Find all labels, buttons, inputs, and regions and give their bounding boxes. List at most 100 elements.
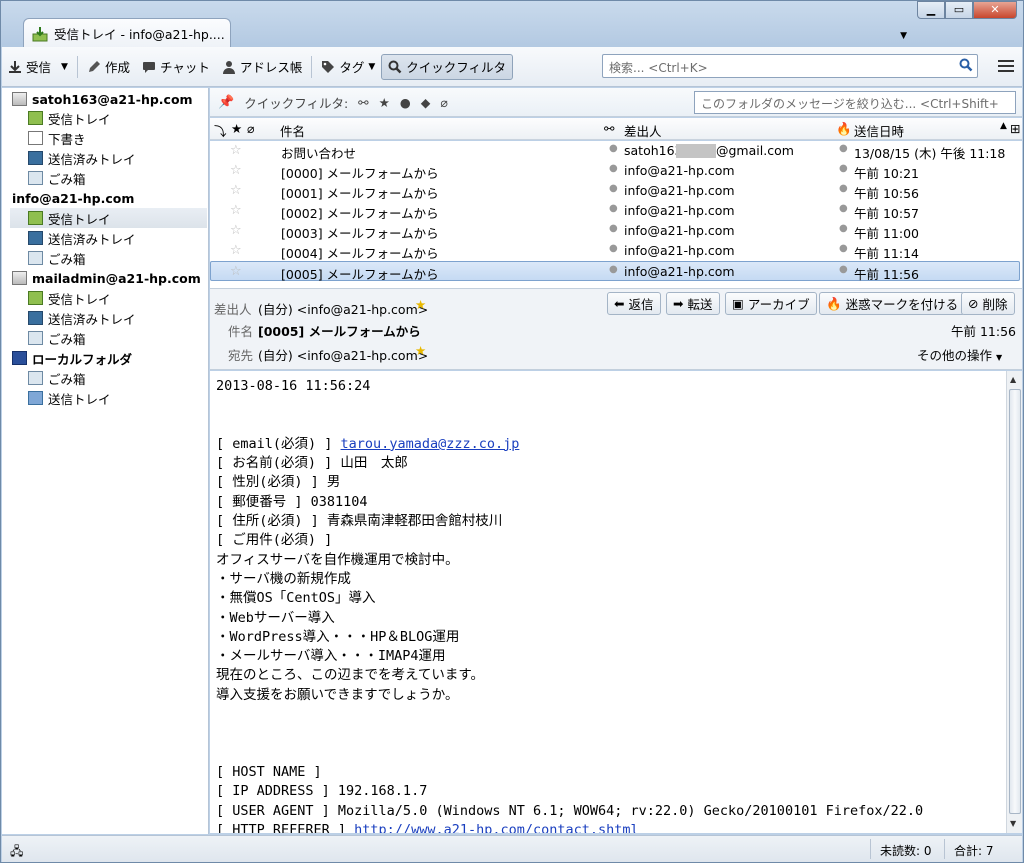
quick-filter-button[interactable]: クイックフィルタ	[381, 53, 514, 80]
pencil-icon	[88, 60, 100, 72]
chat-label: チャット	[159, 60, 210, 75]
account-mailadmin[interactable]: mailadmin@a21-hp.com	[12, 268, 201, 288]
read-dot-icon[interactable]: ●	[609, 203, 618, 214]
body-line: [ 住所(必須) ] 青森県南津軽郡田舎館村枝川	[216, 513, 503, 530]
from-value[interactable]: (自分) <info@a21-hp.com>	[258, 299, 428, 318]
message-row[interactable]: ☆ お問い合わせ ● satoh163 @gmail.com ● 13/08/1…	[210, 141, 1020, 161]
column-picker-icon[interactable]: ⊞	[1010, 121, 1020, 136]
message-row[interactable]: ☆ [0001] メールフォームから ● info@a21-hp.com ● 午…	[210, 181, 1020, 201]
filter-messages-input[interactable]: このフォルダのメッセージを絞り込む... <Ctrl+Shift+	[694, 91, 1016, 114]
read-dot-icon[interactable]: ●	[609, 243, 618, 254]
write-button[interactable]: 作成	[81, 54, 136, 80]
star-contact-icon[interactable]: ★	[415, 343, 426, 358]
star-icon[interactable]: ☆	[230, 183, 242, 198]
star-icon[interactable]: ☆	[230, 243, 242, 258]
star-icon[interactable]: ☆	[230, 264, 242, 279]
folder-inbox-selected[interactable]: 受信トレイ	[10, 208, 207, 228]
read-dot-icon[interactable]: ●	[609, 143, 618, 154]
thread-column-icon[interactable]: ⤵	[214, 121, 227, 140]
folder-trash[interactable]: ごみ箱	[28, 168, 86, 188]
read-dot-icon[interactable]: ●	[609, 223, 618, 234]
minimize-button[interactable]: ▁	[917, 1, 945, 19]
body-line: ・WordPress導入・・・HP＆BLOG運用	[216, 628, 460, 645]
tag-filter-icon[interactable]: ◆	[421, 95, 431, 110]
junk-column-icon[interactable]: 🔥	[836, 121, 852, 137]
folder-trash[interactable]: ごみ箱	[28, 248, 86, 268]
read-dot-icon[interactable]: ●	[609, 163, 618, 174]
junk-dot-icon[interactable]: ●	[839, 183, 848, 194]
read-dot-icon[interactable]: ●	[609, 264, 618, 275]
referer-link[interactable]: http://www.a21-hp.com/contact.shtml	[354, 822, 638, 833]
junk-button[interactable]: 🔥 迷惑マークを付ける	[819, 292, 966, 315]
reply-button[interactable]: ⬅ 返信	[607, 292, 661, 315]
message-row-selected[interactable]: ☆ [0005] メールフォームから ● info@a21-hp.com ● 午…	[210, 261, 1020, 282]
junk-dot-icon[interactable]: ●	[839, 163, 848, 174]
starred-filter-icon[interactable]: ★	[379, 95, 390, 110]
subject-column-header[interactable]: 件名	[280, 121, 305, 140]
message-row[interactable]: ☆ [0002] メールフォームから ● info@a21-hp.com ● 午…	[210, 201, 1020, 221]
junk-dot-icon[interactable]: ●	[839, 203, 848, 214]
maximize-button[interactable]: ▭	[945, 1, 973, 19]
forward-button[interactable]: ➡ 転送	[666, 292, 720, 315]
search-icon[interactable]	[959, 58, 973, 72]
chat-button[interactable]: チャット	[136, 54, 216, 80]
junk-dot-icon[interactable]: ●	[839, 243, 848, 254]
account-local-folders[interactable]: ローカルフォルダ	[12, 348, 132, 368]
message-row[interactable]: ☆ [0003] メールフォームから ● info@a21-hp.com ● 午…	[210, 221, 1020, 241]
search-input[interactable]: 検索... <Ctrl+K>	[602, 54, 978, 78]
date-column-header[interactable]: 送信日時	[854, 121, 904, 140]
address-book-label: アドレス帳	[239, 60, 303, 75]
star-icon[interactable]: ☆	[230, 163, 242, 178]
tab-inbox[interactable]: 受信トレイ - info@a21-hp....	[23, 18, 231, 48]
get-mail-button[interactable]: 受信 ▼	[2, 54, 74, 80]
sender-column-header[interactable]: 差出人	[624, 121, 662, 140]
account-info[interactable]: info@a21-hp.com	[12, 188, 134, 208]
message-row[interactable]: ☆ [0000] メールフォームから ● info@a21-hp.com ● 午…	[210, 161, 1020, 181]
body-line: ・サーバ機の新規作成	[216, 570, 351, 587]
star-contact-icon[interactable]: ★	[415, 297, 426, 312]
junk-dot-icon[interactable]: ●	[839, 223, 848, 234]
folder-inbox[interactable]: 受信トレイ	[28, 288, 111, 308]
junk-dot-icon[interactable]: ●	[839, 143, 848, 154]
address-book-button[interactable]: アドレス帳	[216, 54, 309, 80]
contact-filter-icon[interactable]: ●	[400, 95, 411, 110]
star-icon[interactable]: ☆	[230, 143, 242, 158]
folder-trash[interactable]: ごみ箱	[28, 328, 86, 348]
folder-sent[interactable]: 送信済みトレイ	[28, 228, 136, 248]
folder-trash[interactable]: ごみ箱	[28, 368, 86, 388]
read-dot-icon[interactable]: ●	[609, 183, 618, 194]
star-column-icon[interactable]: ★	[231, 121, 242, 136]
close-button[interactable]: ✕	[973, 1, 1017, 19]
attachment-filter-icon[interactable]: ⌀	[440, 95, 448, 110]
download-icon	[9, 60, 21, 73]
folder-drafts[interactable]: 下書き	[28, 128, 86, 148]
message-body-scrollbar[interactable]: ▲ ▼	[1006, 371, 1022, 833]
chevron-down-icon[interactable]: ▼	[61, 62, 68, 72]
archive-button[interactable]: ▣ アーカイブ	[725, 292, 817, 315]
account-satoh163[interactable]: satoh163@a21-hp.com	[12, 89, 193, 109]
star-icon[interactable]: ☆	[230, 203, 242, 218]
delete-button[interactable]: ⊘ 削除	[961, 292, 1015, 315]
attachment-column-icon[interactable]: ⌀	[247, 121, 255, 136]
more-actions-button[interactable]: その他の操作 ▼	[917, 345, 1002, 364]
tab-list-arrow-icon[interactable]: ▼	[900, 31, 907, 41]
scroll-up-icon[interactable]: ▲	[1010, 375, 1016, 384]
folder-outbox[interactable]: 送信トレイ	[28, 388, 111, 408]
forward-icon: ➡	[673, 296, 684, 311]
unread-filter-icon[interactable]: ⚯	[358, 95, 368, 110]
message-row[interactable]: ☆ [0004] メールフォームから ● info@a21-hp.com ● 午…	[210, 241, 1020, 261]
folder-sent[interactable]: 送信済みトレイ	[28, 148, 136, 168]
junk-dot-icon[interactable]: ●	[839, 264, 848, 275]
scrollbar-thumb[interactable]	[1009, 389, 1021, 814]
online-status-icon[interactable]: 🖧	[10, 842, 23, 863]
tag-button[interactable]: タグ ▼	[315, 54, 381, 80]
folder-inbox[interactable]: 受信トレイ	[28, 108, 111, 128]
pin-icon[interactable]: 📌	[218, 95, 234, 110]
folder-sent[interactable]: 送信済みトレイ	[28, 308, 136, 328]
star-icon[interactable]: ☆	[230, 223, 242, 238]
scroll-down-icon[interactable]: ▼	[1010, 819, 1016, 828]
app-menu-icon[interactable]	[998, 57, 1014, 75]
email-link[interactable]: tarou.yamada@zzz.co.jp	[341, 436, 520, 452]
body-line: ・メールサーバ導入・・・IMAP4運用	[216, 648, 446, 665]
to-value[interactable]: (自分) <info@a21-hp.com>	[258, 345, 428, 364]
